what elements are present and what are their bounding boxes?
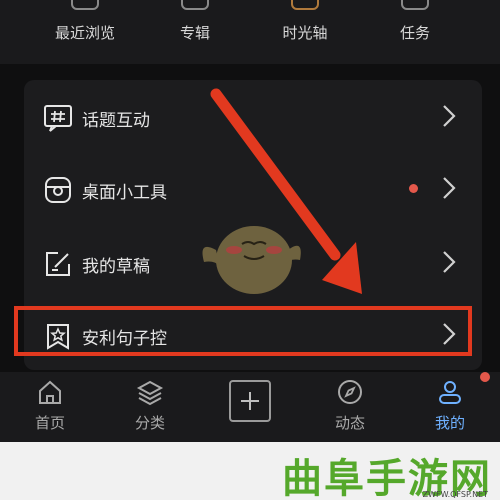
watermark-subtitle: ZWFW.QFSP.NET	[422, 490, 488, 499]
bottom-navigation: 首页 分类 动态 我的	[0, 372, 500, 442]
timeline-icon	[291, 0, 319, 10]
chevron-right-icon	[443, 177, 456, 199]
album-label: 专辑	[179, 24, 210, 42]
mascot-watermark-image	[202, 226, 301, 294]
chevron-right-icon	[443, 105, 456, 127]
widget-icon	[45, 177, 71, 203]
nav-category[interactable]: 分类	[100, 372, 200, 442]
home-icon	[39, 380, 61, 404]
menu-item-label: 话题互动	[82, 111, 150, 131]
nav-category-label: 分类	[134, 414, 165, 432]
nav-moments[interactable]: 动态	[300, 372, 400, 442]
recent-browse-button[interactable]: 最近浏览	[35, 0, 135, 64]
quick-access-row: 最近浏览 专辑 时光轴 任务	[0, 0, 500, 64]
recent-browse-label: 最近浏览	[54, 24, 115, 42]
user-icon	[439, 381, 461, 404]
menu-item-label: 安利句子控	[82, 329, 167, 349]
menu-item-recommend-sentence[interactable]: 安利句子控	[24, 302, 482, 366]
album-icon	[181, 0, 209, 10]
nav-home-label: 首页	[34, 414, 65, 432]
notification-dot	[409, 184, 418, 193]
hashtag-icon	[44, 105, 72, 132]
chevron-right-icon	[443, 251, 456, 273]
clock-icon	[71, 0, 99, 10]
add-button[interactable]	[229, 380, 271, 422]
notification-dot	[480, 372, 490, 382]
task-icon	[401, 0, 429, 10]
edit-icon	[46, 252, 70, 276]
task-button[interactable]: 任务	[365, 0, 465, 64]
task-label: 任务	[399, 24, 430, 42]
timeline-button[interactable]: 时光轴	[255, 0, 355, 64]
compass-icon	[338, 380, 362, 404]
chevron-right-icon	[443, 323, 456, 345]
nav-mine-label: 我的	[434, 414, 465, 432]
layers-icon	[136, 380, 164, 406]
nav-moments-label: 动态	[334, 414, 365, 432]
nav-mine[interactable]: 我的	[400, 372, 500, 442]
timeline-label: 时光轴	[282, 24, 328, 42]
menu-item-label: 桌面小工具	[82, 183, 167, 203]
nav-home[interactable]: 首页	[0, 372, 100, 442]
bookmark-star-icon	[47, 324, 69, 350]
site-watermark: 曲阜手游网 ZWFW.QFSP.NET	[0, 442, 500, 500]
menu-item-label: 我的草稿	[82, 257, 150, 277]
menu-item-topic-interaction[interactable]: 话题互动	[24, 84, 482, 148]
album-button[interactable]: 专辑	[145, 0, 245, 64]
